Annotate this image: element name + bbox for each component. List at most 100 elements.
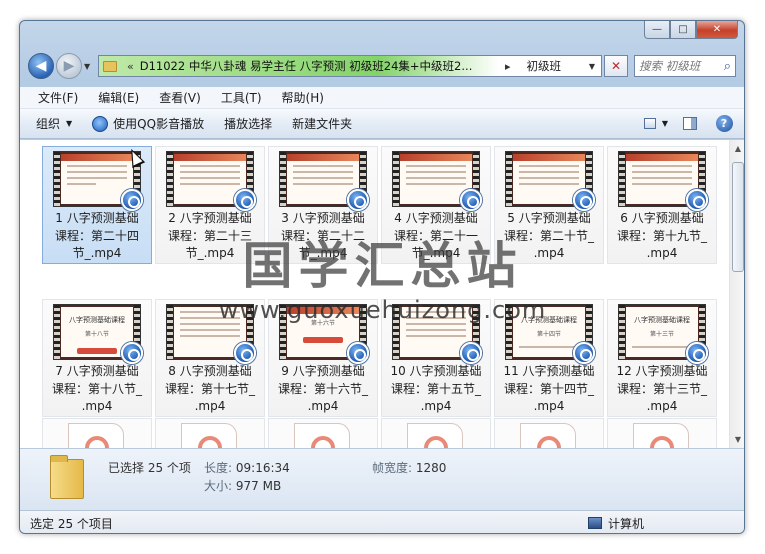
view-icon	[644, 118, 656, 129]
organize-button[interactable]: 组织 ▼	[26, 112, 82, 136]
file-name: 5 八字预测基础 课程：第二十节_ .mp4	[503, 211, 594, 260]
address-dropdown-icon[interactable]: ▼	[583, 62, 601, 71]
menu-edit[interactable]: 编辑(E)	[88, 89, 149, 106]
menu-file[interactable]: 文件(F)	[28, 89, 88, 106]
folder-icon	[103, 60, 117, 72]
file-tile[interactable]: 第十六节 9 八字预测基础 课程：第十六节_ .mp4	[268, 299, 378, 417]
file-tile[interactable]: 八字预测基础课程 第十八节 7 八字预测基础 课程：第十八节_ .mp4	[42, 299, 152, 417]
frame-width-label: 帧宽度:	[372, 461, 413, 475]
file-name: 10 八字预测基础 课程：第十五节_ .mp4	[390, 364, 482, 413]
back-button[interactable]: ◀	[28, 53, 54, 79]
breadcrumb-overflow-chevron[interactable]: «	[127, 60, 134, 73]
menu-view[interactable]: 查看(V)	[149, 89, 211, 106]
status-selection-text: 选定 25 个项目	[30, 516, 113, 531]
help-icon: ?	[715, 115, 733, 132]
file-name: 9 八字预测基础 课程：第十六节_ .mp4	[277, 364, 368, 413]
preview-pane-button[interactable]	[678, 113, 702, 135]
organize-label: 组织	[36, 117, 61, 131]
chevron-down-icon: ▼	[661, 119, 668, 128]
address-bar[interactable]: « D11022 中华八卦魂 易学主任 八字预测 初级班24集+中级班2... …	[98, 55, 602, 77]
frame-width-field: 帧宽度: 1280	[372, 459, 446, 476]
search-input[interactable]	[639, 59, 724, 73]
menu-help[interactable]: 帮助(H)	[272, 89, 334, 106]
length-field: 长度: 09:16:34	[204, 459, 290, 476]
stop-refresh-button[interactable]: ✕	[604, 55, 628, 77]
file-name: 12 八字预测基础 课程：第十三节_ .mp4	[616, 364, 708, 413]
scroll-up-icon[interactable]: ▲	[730, 140, 744, 157]
forward-button[interactable]: ▶	[56, 53, 82, 79]
file-tile[interactable]: 2 八字预测基础 课程：第二十三 节_.mp4	[155, 146, 265, 264]
qq-video-icon	[121, 342, 143, 364]
details-pane: 已选择 25 个项 长度: 09:16:34 帧宽度: 1280 大小: 977…	[20, 448, 744, 510]
vertical-scrollbar[interactable]: ▲ ▼	[729, 140, 744, 448]
file-tile[interactable]: 八字预测基础课程 第十三节 12 八字预测基础 课程：第十三节_ .mp4	[607, 299, 717, 417]
file-tile[interactable]: 4 八字预测基础 课程：第二十一 节_.mp4	[381, 146, 491, 264]
video-file-icon	[181, 423, 237, 448]
play-with-qq-button[interactable]: 使用QQ影音播放	[82, 112, 214, 136]
new-folder-button[interactable]: 新建文件夹	[282, 112, 362, 136]
search-box[interactable]: ⌕	[634, 55, 736, 77]
breadcrumb-separator-icon[interactable]: ▸	[505, 60, 511, 73]
file-list[interactable]: 1 八字预测基础 课程：第二十四 节_.mp4 2 八字预测基础 课程：第二十三 节_.…	[20, 140, 744, 448]
computer-icon	[588, 517, 602, 529]
command-bar-right: ▼ ?	[634, 113, 744, 135]
file-name: 2 八字预测基础 课程：第二十三 节_.mp4	[167, 211, 252, 260]
video-file-icon	[520, 423, 576, 448]
qq-player-icon	[92, 115, 109, 132]
qq-video-icon	[686, 189, 708, 211]
help-button[interactable]: ?	[712, 113, 736, 135]
size-value: 977 MB	[235, 479, 282, 493]
qq-video-icon	[573, 189, 595, 211]
file-tile[interactable]	[155, 418, 265, 448]
file-tile[interactable]	[494, 418, 604, 448]
video-file-icon	[407, 423, 463, 448]
length-label: 长度:	[204, 461, 233, 475]
video-file-icon	[294, 423, 350, 448]
search-icon[interactable]: ⌕	[724, 59, 731, 74]
menu-bar: 文件(F) 编辑(E) 查看(V) 工具(T) 帮助(H)	[20, 87, 744, 109]
play-selection-button[interactable]: 播放选择	[214, 112, 282, 136]
file-tile[interactable]	[268, 418, 378, 448]
file-tile[interactable]	[607, 418, 717, 448]
file-tile[interactable]	[42, 418, 152, 448]
qq-video-icon	[121, 189, 143, 211]
address-path[interactable]: « D11022 中华八卦魂 易学主任 八字预测 初级班24集+中级班2...	[99, 56, 499, 76]
scrollbar-thumb[interactable]	[732, 162, 744, 272]
status-bar: 选定 25 个项目 计算机	[20, 510, 744, 533]
qq-video-icon	[460, 342, 482, 364]
file-tile[interactable]: 5 八字预测基础 课程：第二十节_ .mp4	[494, 146, 604, 264]
file-name: 7 八字预测基础 课程：第十八节_ .mp4	[51, 364, 142, 413]
breadcrumb-parent[interactable]: D11022 中华八卦魂 易学主任 八字预测 初级班24集+中级班2...	[140, 58, 473, 74]
qq-video-icon	[347, 189, 369, 211]
qq-video-icon	[573, 342, 595, 364]
file-name: 11 八字预测基础 课程：第十四节_ .mp4	[503, 364, 595, 413]
file-tile[interactable]: 3 八字预测基础 课程：第二十二 节_.mp4	[268, 146, 378, 264]
size-field: 大小: 977 MB	[204, 477, 281, 494]
file-name: 3 八字预测基础 课程：第二十二 节_.mp4	[280, 211, 365, 260]
change-view-button[interactable]: ▼	[644, 113, 668, 135]
file-tile[interactable]: 八字预测基础课程 第十四节 11 八字预测基础 课程：第十四节_ .mp4	[494, 299, 604, 417]
play-with-qq-label: 使用QQ影音播放	[113, 117, 205, 131]
size-label: 大小:	[204, 479, 233, 493]
scroll-down-icon[interactable]: ▼	[730, 431, 744, 448]
selection-count: 已选择 25 个项	[108, 461, 191, 475]
breadcrumb-current[interactable]: 初级班	[527, 58, 562, 74]
preview-pane-icon	[683, 117, 697, 130]
qq-video-icon	[686, 342, 708, 364]
menu-tools[interactable]: 工具(T)	[211, 89, 272, 106]
close-button[interactable]: ✕	[696, 21, 738, 39]
length-value: 09:16:34	[235, 461, 290, 475]
minimize-button[interactable]: —	[644, 21, 670, 39]
file-name: 8 八字预测基础 课程：第十七节_ .mp4	[164, 364, 255, 413]
status-zone: 计算机	[588, 515, 644, 532]
recent-pages-dropdown[interactable]: ▼	[84, 62, 94, 71]
file-tile[interactable]: 8 八字预测基础 课程：第十七节_ .mp4	[155, 299, 265, 417]
file-tile[interactable]: 6 八字预测基础 课程：第十九节_ .mp4	[607, 146, 717, 264]
file-tile[interactable]: 10 八字预测基础 课程：第十五节_ .mp4	[381, 299, 491, 417]
file-tile[interactable]	[381, 418, 491, 448]
maximize-button[interactable]: □	[670, 21, 696, 39]
status-zone-label: 计算机	[608, 516, 645, 531]
new-folder-label: 新建文件夹	[292, 117, 353, 131]
explorer-window: — □ ✕ ◀ ▶ ▼ « D11022 中华八卦魂 易学主任 八字预测 初级班…	[19, 20, 745, 534]
caption-buttons: — □ ✕	[644, 21, 738, 39]
